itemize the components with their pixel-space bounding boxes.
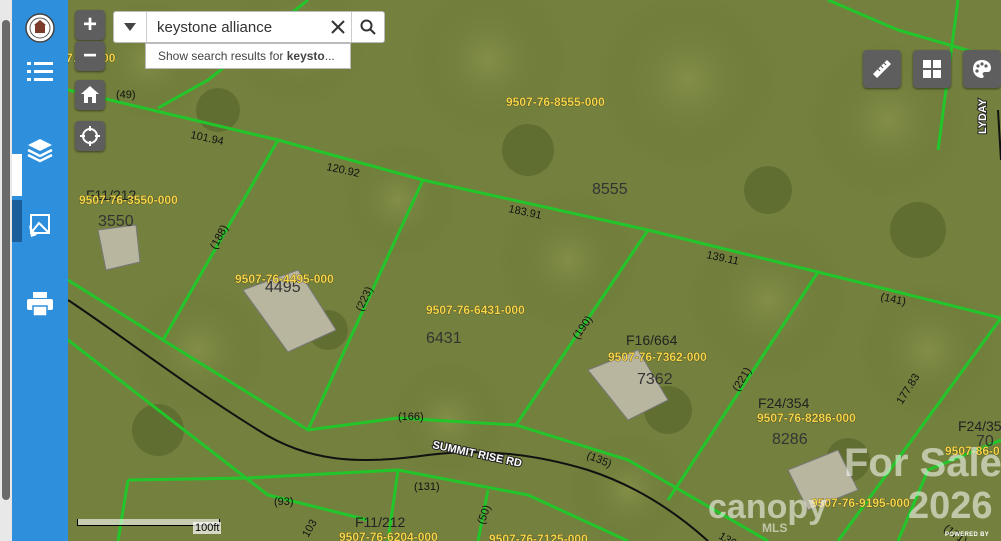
plat-book: F16/664 xyxy=(626,332,678,348)
dimension-label: (93) xyxy=(274,496,294,508)
dimension-label: (166) xyxy=(398,411,424,423)
dimension-label: (131) xyxy=(414,481,440,493)
crosshair-icon xyxy=(80,126,100,146)
suggestion-suffix: ... xyxy=(324,49,335,63)
scale-label: 100ft xyxy=(193,522,222,534)
county-seal-logo xyxy=(12,4,68,52)
ruler-icon xyxy=(873,60,891,78)
map-tools-icon[interactable] xyxy=(12,202,68,250)
plat-book: F24/35 xyxy=(958,418,1001,434)
plat-book: F11/212 xyxy=(355,514,406,530)
parcel-pin-label: 9507-76-6431-000 xyxy=(426,303,525,317)
road-label-lyday: LYDAY xyxy=(977,98,989,134)
grid-icon xyxy=(923,60,941,78)
palette-icon xyxy=(973,60,991,78)
svg-text:For Sale: For Sale xyxy=(844,441,1001,485)
address-number: 7362 xyxy=(637,371,673,388)
aerial-map[interactable]: (49) 101.94 120.92 183.91 139.11 (141) (… xyxy=(68,0,1001,541)
parcel-pin-label: 9507-76-6204-000 xyxy=(339,530,438,541)
powered-by-label: POWERED BY xyxy=(945,532,990,538)
search-icon xyxy=(360,19,376,35)
svg-text:2026: 2026 xyxy=(908,485,993,527)
measure-button[interactable] xyxy=(863,50,901,88)
parcel-pin-label: 9507-76-3550-000 xyxy=(79,193,178,207)
list-icon[interactable] xyxy=(12,48,68,96)
suggestion-term: keysto xyxy=(286,49,325,63)
search-button[interactable] xyxy=(351,12,384,42)
address-number: 8555 xyxy=(592,181,628,198)
home-button[interactable] xyxy=(75,80,105,110)
dimension-label: (49) xyxy=(116,89,136,101)
zoom-in-button[interactable]: + xyxy=(75,10,105,40)
scrollbar[interactable] xyxy=(0,0,12,541)
basemap-gallery-button[interactable] xyxy=(913,50,951,88)
print-icon[interactable] xyxy=(12,280,68,328)
parcel-pin-label: 9507-76-8555-000 xyxy=(506,95,605,109)
zoom-out-button[interactable]: − xyxy=(75,41,105,71)
parcel-pin-label: 9507-76-4495-000 xyxy=(235,272,334,286)
parcel-pin-label: 9507-76-7362-000 xyxy=(608,350,707,364)
sidebar-active-indicator xyxy=(12,154,22,196)
sidebar xyxy=(12,0,68,541)
clear-search-button[interactable] xyxy=(325,12,351,42)
map-view[interactable]: (49) 101.94 120.92 183.91 139.11 (141) (… xyxy=(68,0,1001,541)
search-bar: keystone alliance xyxy=(113,11,385,43)
search-dropdown-button[interactable] xyxy=(114,12,147,42)
search-input[interactable]: keystone alliance xyxy=(147,19,325,36)
search-suggestion[interactable]: Show search results for keysto... xyxy=(145,43,351,69)
home-icon xyxy=(81,86,99,103)
scrollbar-thumb[interactable] xyxy=(2,20,10,500)
close-icon xyxy=(331,20,345,34)
address-number: 6431 xyxy=(426,330,462,347)
parcel-pin-label: 9507-76-8286-000 xyxy=(757,411,856,425)
locate-button[interactable] xyxy=(75,121,105,151)
address-number: 3550 xyxy=(98,213,134,230)
address-number: 8286 xyxy=(772,431,808,448)
parcel-pin-label: 9507-76-7125-000 xyxy=(489,532,588,541)
symbology-button[interactable] xyxy=(963,50,1001,88)
chevron-down-icon xyxy=(124,23,136,31)
plat-book: F24/354 xyxy=(758,395,810,411)
svg-text:MLS: MLS xyxy=(762,521,787,535)
suggestion-prefix: Show search results for xyxy=(158,49,287,63)
